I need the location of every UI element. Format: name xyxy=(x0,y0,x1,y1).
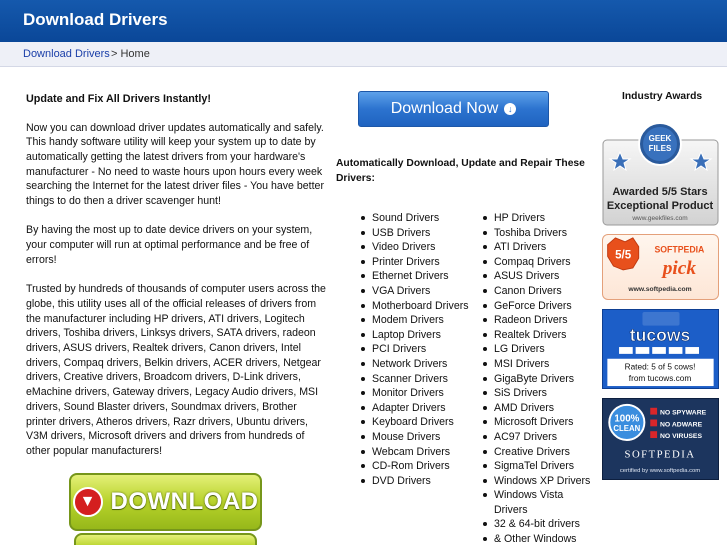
driver-list-item: DVD Drivers xyxy=(361,474,479,489)
geekfiles-product-text: Exceptional Product xyxy=(607,200,714,212)
driver-list-item: Windows XP Drivers xyxy=(483,474,598,489)
driver-list-item: Canon Drivers xyxy=(483,284,598,299)
download-now-button[interactable]: Download Now ↓ xyxy=(358,91,549,127)
clean-item: NO SPYWARE xyxy=(660,410,707,417)
driver-list-item: & Other Windows xyxy=(483,532,598,545)
clean-item: NO ADWARE xyxy=(660,421,703,428)
geekfiles-url: www.geekfiles.com xyxy=(631,215,687,222)
intro-heading: Update and Fix All Drivers Instantly! xyxy=(26,93,211,105)
driver-brands-list: HP Drivers Toshiba Drivers ATI Drivers Comp… xyxy=(483,211,598,545)
driver-list-item: ASUS Drivers xyxy=(483,269,598,284)
driver-list-item: 32 & 64-bit drivers xyxy=(483,517,598,532)
driver-list-item: Laptop Drivers xyxy=(361,328,479,343)
driver-list-item: GeForce Drivers xyxy=(483,299,598,314)
driver-list-item: LG Drivers xyxy=(483,342,598,357)
arrow-down-icon: ▼ xyxy=(72,487,103,517)
breadcrumb-link-download-drivers[interactable]: Download Drivers xyxy=(23,48,110,60)
check-icons xyxy=(650,407,658,439)
download-button-second[interactable] xyxy=(74,533,257,545)
drivers-list-heading: Automatically Download, Update and Repai… xyxy=(336,158,585,184)
softpedia-pick-badge: 5/5 SOFTPEDIA pick www.softpedia.com xyxy=(602,234,719,300)
cow-rating-icons xyxy=(619,347,700,354)
driver-list-item: Ethernet Drivers xyxy=(361,269,479,284)
driver-list-item: ATI Drivers xyxy=(483,240,598,255)
driver-list-item: Microsoft Drivers xyxy=(483,415,598,430)
driver-list-item: Compaq Drivers xyxy=(483,255,598,270)
tucows-rating-text: Rated: 5 of 5 cows! xyxy=(625,362,696,371)
geekfiles-logo-text: GEEK xyxy=(649,134,672,143)
download-arrow-icon: ↓ xyxy=(504,103,517,115)
driver-list-item: AMD Drivers xyxy=(483,401,598,416)
tucows-logo: tucows xyxy=(630,325,691,345)
driver-list-item: Windows Vista Drivers xyxy=(483,488,598,517)
driver-list-item: Monitor Drivers xyxy=(361,386,479,401)
tucows-rating-badge: tucows Rated: 5 of 5 cows! from tucows.c… xyxy=(602,309,719,389)
driver-list-item: Printer Drivers xyxy=(361,255,479,270)
geekfiles-award-badge: GEEK FILES Awarded 5/5 Stars Exceptional… xyxy=(602,122,719,226)
intro-paragraph-3: Trusted by hundreds of thousands of comp… xyxy=(26,283,326,457)
intro-paragraph-2: By having the most up to date device dri… xyxy=(26,224,313,266)
awards-title: Industry Awards xyxy=(622,91,703,102)
download-now-label: Download Now xyxy=(390,100,499,117)
driver-list-item: GigaByte Drivers xyxy=(483,372,598,387)
intro-section: Update and Fix All Drivers Instantly! No… xyxy=(26,92,328,473)
softpedia-clean-badge: 100% CLEAN NO SPYWARE NO ADWARE NO VIRUS… xyxy=(602,398,719,480)
softpedia-score: 5/5 xyxy=(615,248,632,261)
driver-list-item: Webcam Drivers xyxy=(361,445,479,460)
driver-list-item: Video Drivers xyxy=(361,240,479,255)
driver-list-item: Mouse Drivers xyxy=(361,430,479,445)
driver-list-item: Motherboard Drivers xyxy=(361,299,479,314)
driver-list-item: HP Drivers xyxy=(483,211,598,226)
driver-list-item: Toshiba Drivers xyxy=(483,226,598,241)
clean-word: CLEAN xyxy=(613,424,640,433)
breadcrumb-current: > Home xyxy=(111,48,150,60)
clean-cert-text: certified by www.softpedia.com xyxy=(620,468,700,474)
driver-types-list: Sound Drivers USB Drivers Video Drivers Pri… xyxy=(361,211,479,488)
driver-list-item: USB Drivers xyxy=(361,226,479,241)
geekfiles-stars-text: Awarded 5/5 Stars xyxy=(612,186,707,198)
softpedia-pick-word: pick xyxy=(661,258,697,279)
driver-list-item: Adapter Drivers xyxy=(361,401,479,416)
clean-brand: SOFTPEDIA xyxy=(625,449,696,461)
softpedia-url: www.softpedia.com xyxy=(627,286,691,293)
svg-text:FILES: FILES xyxy=(649,144,672,153)
driver-list-item: Modem Drivers xyxy=(361,313,479,328)
driver-list-item: CD-Rom Drivers xyxy=(361,459,479,474)
site-title-link[interactable]: Download Drivers xyxy=(23,10,168,30)
driver-list-item: SigmaTel Drivers xyxy=(483,459,598,474)
tucows-source-text: from tucows.com xyxy=(629,374,692,383)
driver-list-item: MSI Drivers xyxy=(483,357,598,372)
softpedia-brand: SOFTPEDIA xyxy=(654,244,705,254)
driver-list-item: Keyboard Drivers xyxy=(361,415,479,430)
driver-list-item: PCI Drivers xyxy=(361,342,479,357)
driver-list-item: Sound Drivers xyxy=(361,211,479,226)
intro-paragraph-1: Now you can download driver updates auto… xyxy=(26,121,324,208)
driver-list-item: VGA Drivers xyxy=(361,284,479,299)
clean-item: NO VIRUSES xyxy=(660,433,702,440)
driver-list-item: AC97 Drivers xyxy=(483,430,598,445)
driver-list-item: Scanner Drivers xyxy=(361,372,479,387)
download-big-label: DOWNLOAD xyxy=(110,488,259,515)
download-big-button[interactable]: ▼ DOWNLOAD xyxy=(69,473,262,531)
driver-list-item: Network Drivers xyxy=(361,357,479,372)
driver-list-item: Creative Drivers xyxy=(483,445,598,460)
clean-percent: 100% xyxy=(614,413,639,424)
driver-list-item: Radeon Drivers xyxy=(483,313,598,328)
driver-list-item: SiS Drivers xyxy=(483,386,598,401)
driver-list-item: Realtek Drivers xyxy=(483,328,598,343)
